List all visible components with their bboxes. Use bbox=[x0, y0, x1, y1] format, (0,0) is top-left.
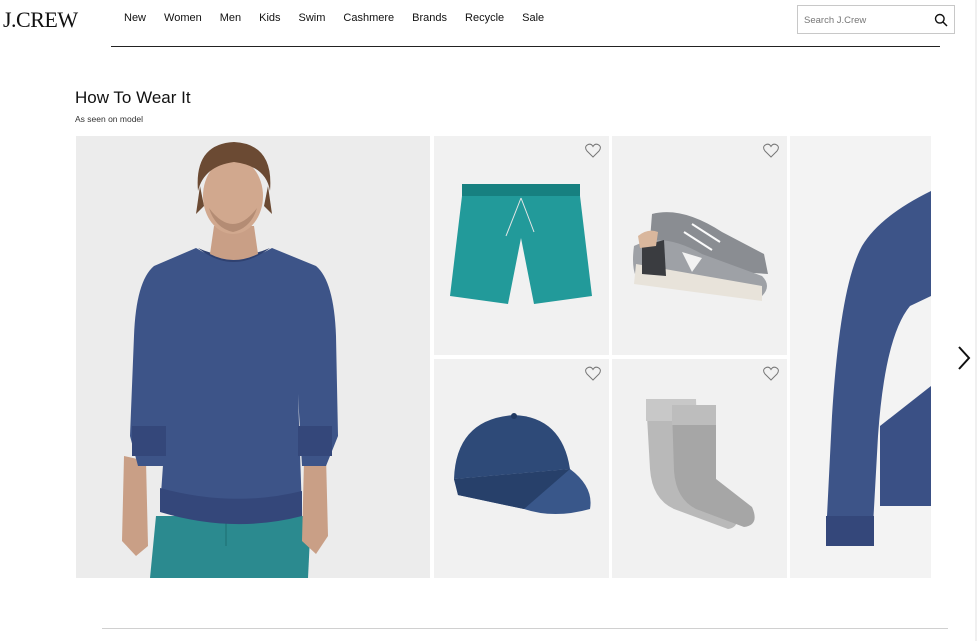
favorite-heart-icon[interactable] bbox=[585, 366, 601, 381]
nav-item-women[interactable]: Women bbox=[164, 12, 202, 24]
search-icon[interactable] bbox=[934, 13, 948, 27]
nav-item-swim[interactable]: Swim bbox=[299, 12, 326, 24]
nav-item-new[interactable]: New bbox=[124, 12, 146, 24]
hero-model-image[interactable] bbox=[76, 136, 430, 578]
product-sneakers[interactable] bbox=[612, 136, 787, 355]
section-divider bbox=[102, 628, 948, 629]
product-baseball-cap[interactable] bbox=[434, 359, 609, 578]
nav-item-brands[interactable]: Brands bbox=[412, 12, 447, 24]
section-title: How To Wear It bbox=[75, 88, 191, 107]
product-socks[interactable] bbox=[612, 359, 787, 578]
product-sweatshirt-partial[interactable] bbox=[790, 136, 931, 578]
nav-item-cashmere[interactable]: Cashmere bbox=[343, 12, 394, 24]
favorite-heart-icon[interactable] bbox=[585, 143, 601, 158]
nav-item-kids[interactable]: Kids bbox=[259, 12, 280, 24]
nav-item-recycle[interactable]: Recycle bbox=[465, 12, 504, 24]
search-input[interactable] bbox=[804, 12, 924, 28]
favorite-heart-icon[interactable] bbox=[763, 143, 779, 158]
search-box bbox=[797, 5, 955, 34]
main-nav: New Women Men Kids Swim Cashmere Brands … bbox=[124, 12, 562, 24]
nav-item-men[interactable]: Men bbox=[220, 12, 241, 24]
brand-logo[interactable]: J.CREW bbox=[3, 7, 78, 33]
nav-item-sale[interactable]: Sale bbox=[522, 12, 544, 24]
chevron-right-icon[interactable] bbox=[955, 344, 973, 372]
product-swim-trunks[interactable] bbox=[434, 136, 609, 355]
site-header: J.CREW New Women Men Kids Swim Cashmere … bbox=[0, 0, 977, 42]
favorite-heart-icon[interactable] bbox=[763, 366, 779, 381]
header-divider bbox=[111, 46, 940, 47]
section-subtitle: As seen on model bbox=[75, 114, 144, 124]
